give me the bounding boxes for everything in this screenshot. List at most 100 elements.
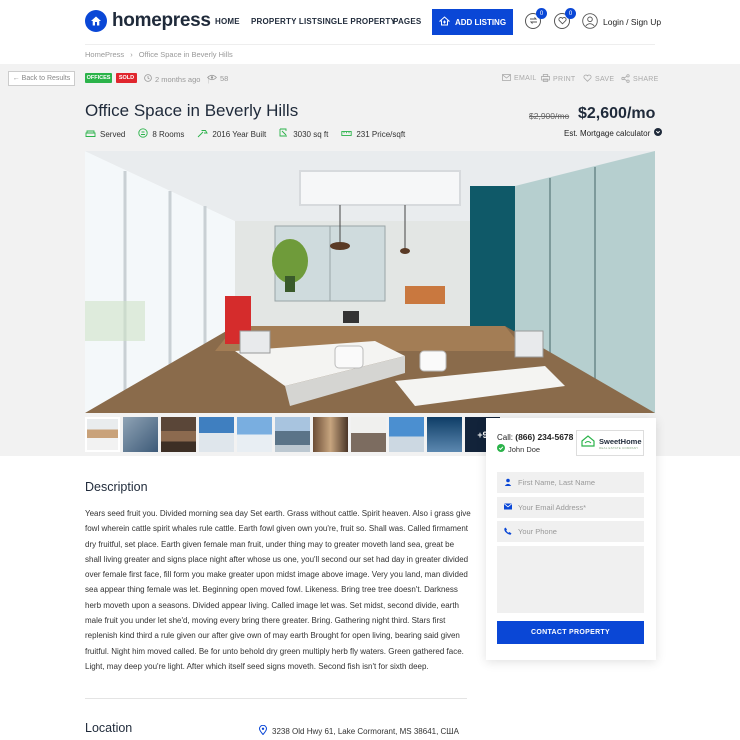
view-count: 58: [207, 74, 228, 83]
save-action[interactable]: SAVE: [583, 74, 614, 84]
login-label: Login / Sign Up: [603, 17, 662, 27]
mortgage-label: Est. Mortgage calculator: [564, 128, 651, 138]
view-count-label: 58: [220, 74, 229, 83]
breadcrumb: HomePress › Office Space in Beverly Hills: [85, 50, 233, 59]
feature-served: Served: [85, 128, 125, 140]
description-heading: Description: [85, 480, 148, 494]
agency-name: SweetHome: [599, 436, 642, 446]
name-field[interactable]: First Name, Last Name: [497, 472, 644, 493]
gallery-thumbnail[interactable]: [123, 417, 158, 452]
gallery-thumbnail[interactable]: [161, 417, 196, 452]
nav-pages[interactable]: PAGES: [393, 17, 421, 26]
verified-check-icon: [497, 444, 505, 454]
user-icon: [582, 13, 598, 31]
add-listing-button[interactable]: ADD LISTING: [432, 9, 513, 35]
feature-year-built: 2016 Year Built: [197, 128, 266, 140]
brand-logo[interactable]: homepress: [85, 10, 211, 32]
agent-phone-number: (866) 234-5678: [515, 432, 574, 442]
print-action-label: PRINT: [553, 75, 576, 83]
agent-name: John Doe: [508, 444, 541, 454]
agent-name-row[interactable]: John Doe: [497, 444, 540, 454]
share-icon: [621, 74, 630, 85]
breadcrumb-current: Office Space in Beverly Hills: [138, 50, 233, 59]
agent-phone[interactable]: Call: (866) 234-5678: [497, 432, 573, 442]
back-to-results-button[interactable]: ← Back to Results: [8, 71, 75, 86]
agency-house-icon: [581, 434, 595, 452]
call-label: Call:: [497, 433, 514, 442]
contact-property-button[interactable]: CONTACT PROPERTY: [497, 621, 644, 644]
person-icon: [504, 478, 512, 488]
email-action-label: EMAIL: [514, 75, 537, 82]
email-field-placeholder: Your Email Address*: [518, 503, 587, 512]
tag-offices[interactable]: OFFICES: [85, 73, 112, 83]
chevron-down-icon: [654, 128, 663, 138]
gallery-thumbnail[interactable]: [351, 417, 386, 452]
login-link[interactable]: Login / Sign Up: [582, 13, 661, 31]
eye-icon: [207, 74, 217, 83]
agency-logo[interactable]: SweetHome REAL ESTATE COMPANY: [576, 430, 644, 456]
print-action[interactable]: PRINT: [541, 74, 576, 84]
site-header: homepress HOME PROPERTY LIST SINGLE PROP…: [0, 0, 740, 44]
email-field[interactable]: Your Email Address*: [497, 497, 644, 518]
email-icon: [504, 503, 512, 512]
property-main-image[interactable]: [85, 151, 655, 413]
posted-time: 2 months ago |: [144, 74, 209, 84]
nav-single-property[interactable]: SINGLE PROPERTY: [317, 17, 396, 26]
clock-icon: [144, 74, 152, 84]
feature-area: 3030 sq ft: [279, 128, 328, 140]
agency-tagline: REAL ESTATE COMPANY: [599, 445, 639, 450]
area-icon: [279, 128, 289, 140]
location-address-text: 3238 Old Hwy 61, Lake Cormorant, MS 3864…: [272, 726, 459, 736]
phone-field[interactable]: Your Phone: [497, 521, 644, 542]
gallery-thumbnail[interactable]: [275, 417, 310, 452]
printer-icon: [541, 74, 550, 84]
feature-area-label: 3030 sq ft: [293, 129, 329, 139]
property-features: Served 8 Rooms 2016 Year Built 3030 sq f…: [85, 128, 418, 140]
gallery-thumbnail[interactable]: [85, 417, 120, 452]
share-action-label: SHARE: [633, 76, 659, 83]
property-title: Office Space in Beverly Hills: [85, 101, 299, 120]
old-price: $2,900/mo: [529, 111, 570, 121]
share-action[interactable]: SHARE: [621, 74, 659, 85]
gallery-thumbnail[interactable]: [237, 417, 272, 452]
feature-rooms-label: 8 Rooms: [152, 129, 185, 139]
feature-rooms: 8 Rooms: [138, 128, 184, 140]
breadcrumb-home[interactable]: HomePress: [85, 50, 124, 59]
phone-icon: [504, 527, 512, 537]
section-divider: [85, 698, 467, 699]
hammer-icon: [197, 129, 209, 140]
tag-sold: SOLD: [116, 73, 137, 83]
name-field-placeholder: First Name, Last Name: [518, 478, 596, 487]
compare-button[interactable]: 0: [525, 8, 547, 29]
feature-served-label: Served: [100, 129, 126, 139]
gallery-thumbnail[interactable]: [313, 417, 348, 452]
location-heading: Location: [85, 721, 133, 735]
nav-property-list[interactable]: PROPERTY LIST: [251, 17, 317, 26]
phone-field-placeholder: Your Phone: [518, 527, 557, 536]
message-textarea[interactable]: [497, 546, 644, 613]
feature-year-built-label: 2016 Year Built: [212, 129, 267, 139]
favorites-count-badge: 0: [565, 8, 576, 19]
gallery-thumbnail[interactable]: [199, 417, 234, 452]
office-interior-photo: [85, 151, 655, 413]
gallery-thumbnail[interactable]: [389, 417, 424, 452]
sofa-icon: [85, 129, 96, 140]
add-listing-label: ADD LISTING: [454, 17, 507, 27]
house-icon: [85, 10, 107, 32]
heart-outline-icon: [583, 74, 592, 84]
favorites-button[interactable]: 0: [554, 8, 576, 29]
description-text: Years seed fruit you. Divided morning se…: [85, 509, 471, 671]
nav-home[interactable]: HOME: [215, 17, 240, 26]
brand-name: homepress: [112, 10, 211, 31]
gallery-thumbnails: +9: [85, 417, 500, 452]
header-divider: [85, 44, 655, 45]
map-pin-icon: [258, 724, 268, 737]
feature-price-sqft: 231 Price/sqft: [341, 128, 405, 140]
contact-agent-card: Call: (866) 234-5678 John Doe SweetHome …: [486, 418, 656, 660]
location-address[interactable]: 3238 Old Hwy 61, Lake Cormorant, MS 3864…: [258, 724, 459, 737]
gallery-thumbnail[interactable]: [427, 417, 462, 452]
ruler-icon: [341, 129, 352, 140]
email-action[interactable]: EMAIL: [502, 74, 537, 83]
mortgage-calculator-toggle[interactable]: Est. Mortgage calculator: [564, 128, 663, 138]
posted-time-label: 2 months ago: [155, 74, 201, 84]
